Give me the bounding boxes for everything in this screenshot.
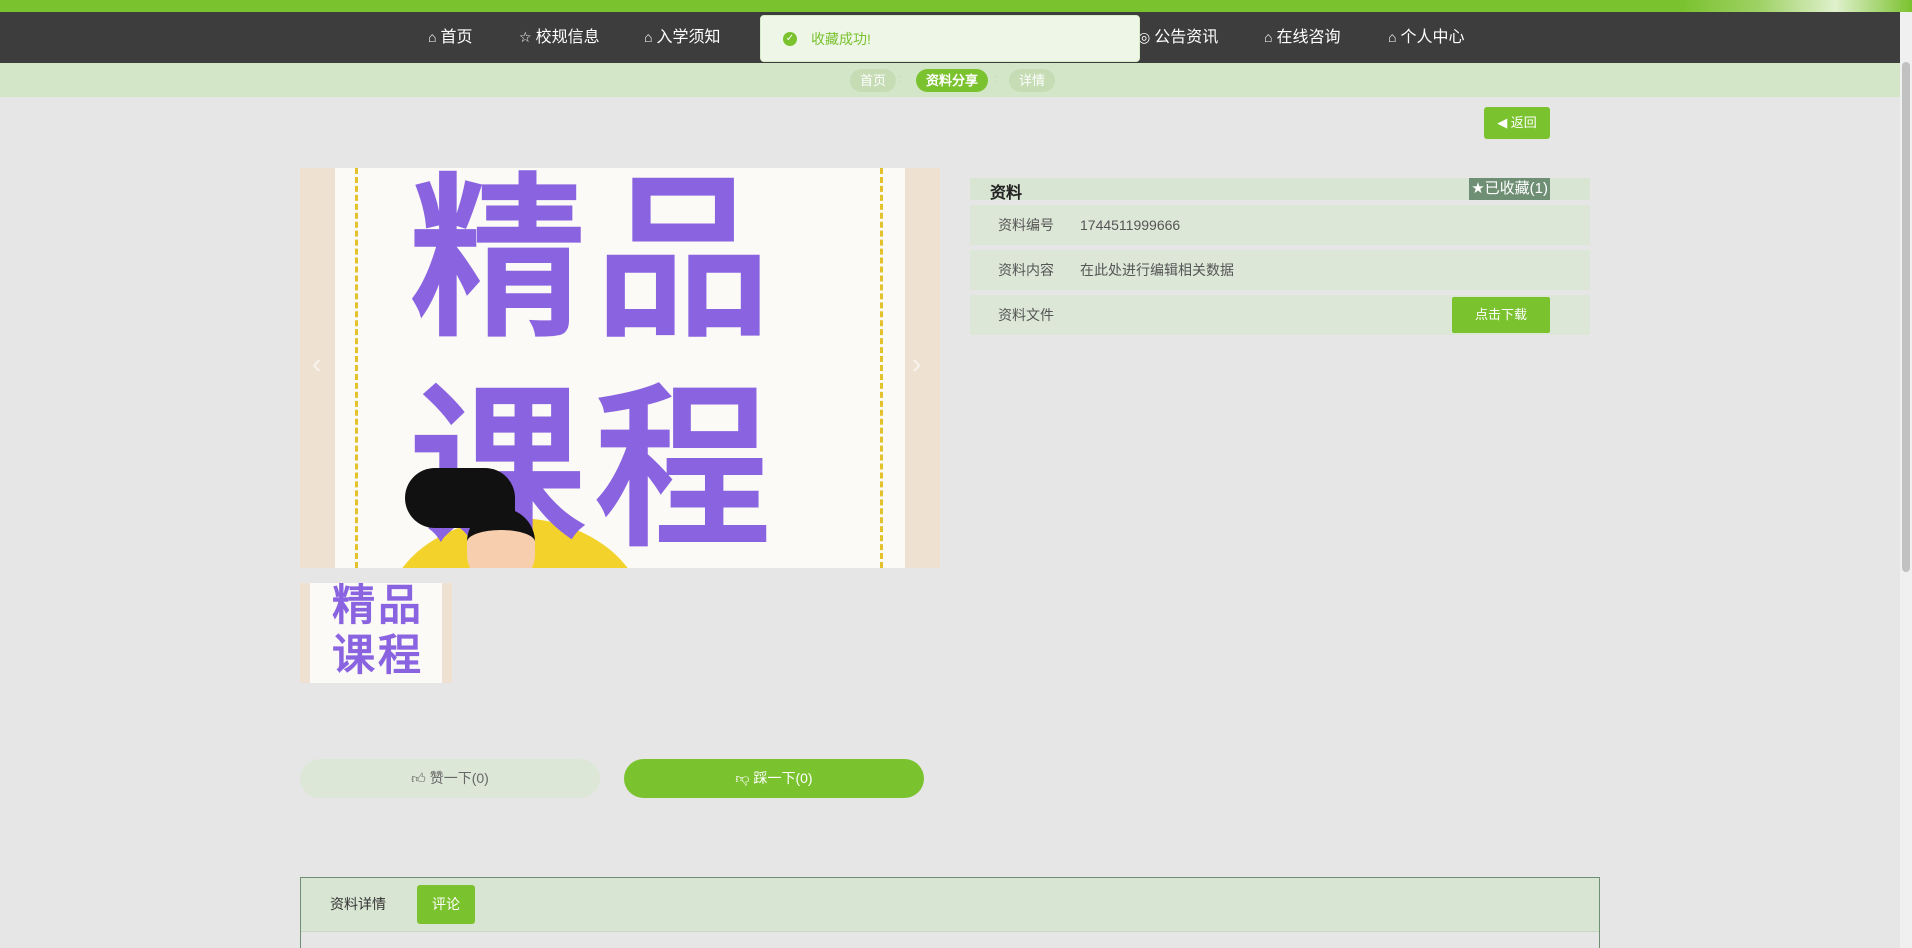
home-icon: ⌂ — [428, 29, 437, 45]
carousel-next-icon[interactable]: › — [912, 348, 921, 380]
nav-item-news[interactable]: ◎ 公告资讯 — [1138, 12, 1218, 63]
breadcrumb: 首页 : 资料分享 : 详情 — [0, 63, 1900, 97]
thumbs-down-icon: 👎︎ — [735, 770, 754, 786]
star-icon: ★ — [1471, 180, 1485, 197]
carousel-prev-icon[interactable]: ‹ — [312, 348, 321, 380]
success-toast: ✓ 收藏成功! — [760, 15, 1140, 62]
nav-item-profile[interactable]: ⌂ 个人中心 — [1388, 12, 1464, 63]
detail-tabs: 资料详情 评论 — [300, 877, 1600, 948]
info-row-file: 资料文件 点击下载 — [970, 295, 1590, 335]
caret-left-icon: ◀ — [1497, 115, 1511, 130]
carousel-image: 精 品 课 程 — [335, 168, 905, 568]
like-button[interactable]: 👍︎ 赞一下(0) — [300, 759, 600, 798]
tab-comments[interactable]: 评论 — [417, 885, 475, 924]
thumbs-up-icon: 👍︎ — [411, 770, 430, 786]
nav-item-rules[interactable]: ☆ 校规信息 — [519, 12, 600, 63]
info-row-id: 资料编号 1744511999666 — [970, 205, 1590, 245]
toast-message: 收藏成功! — [811, 31, 871, 47]
nav-item-admission[interactable]: ⌂ 入学须知 — [644, 12, 720, 63]
check-circle-icon: ✓ — [783, 31, 797, 46]
nav-item-home[interactable]: ⌂ 首页 — [428, 12, 472, 63]
info-title: 资料 — [990, 185, 1023, 202]
breadcrumb-detail: 详情 — [1009, 69, 1056, 92]
image-carousel[interactable]: 精 品 课 程 ‹ › — [300, 168, 940, 568]
thumbnail-image[interactable]: 精 品 课 程 — [300, 583, 452, 683]
page-scrollbar[interactable] — [1900, 12, 1912, 948]
home-icon: ⌂ — [1264, 29, 1273, 45]
star-icon: ☆ — [519, 29, 532, 45]
dislike-button[interactable]: 👎︎ 踩一下(0) — [624, 759, 924, 798]
info-panel: 资料 ★已收藏(1) 资料编号 1744511999666 资料内容 在此处进行… — [970, 178, 1590, 335]
favorite-button[interactable]: ★已收藏(1) — [1469, 178, 1550, 200]
download-button[interactable]: 点击下载 — [1452, 297, 1550, 333]
info-header: 资料 ★已收藏(1) — [970, 178, 1590, 202]
info-row-content: 资料内容 在此处进行编辑相关数据 — [970, 250, 1590, 290]
bag-icon: ⌂ — [644, 29, 653, 45]
back-button[interactable]: ◀ 返回 — [1484, 107, 1550, 139]
tab-details[interactable]: 资料详情 — [315, 885, 401, 924]
nav-item-consult[interactable]: ⌂ 在线咨询 — [1264, 12, 1340, 63]
scrollbar-thumb[interactable] — [1902, 62, 1910, 572]
top-accent-stripe — [0, 0, 1912, 12]
breadcrumb-home[interactable]: 首页 — [850, 69, 897, 92]
breadcrumb-share[interactable]: 资料分享 — [916, 69, 989, 92]
home-icon: ⌂ — [1388, 29, 1397, 45]
